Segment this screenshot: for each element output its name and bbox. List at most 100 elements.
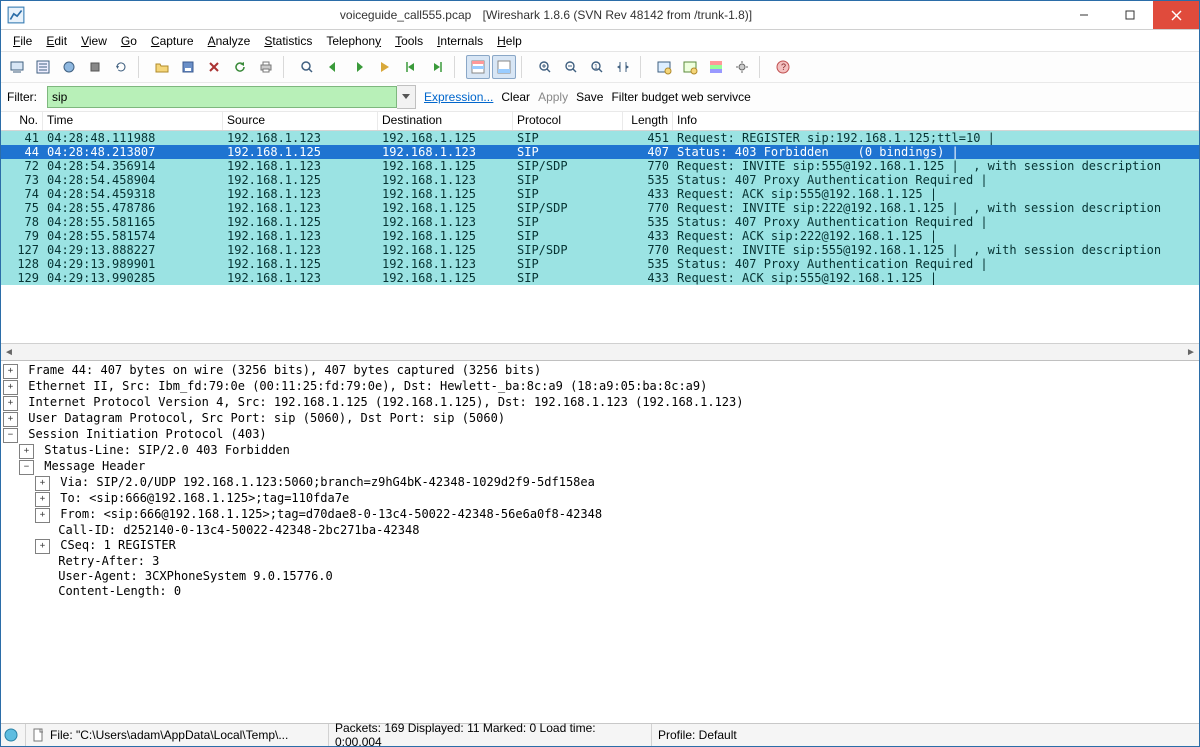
column-header-destination[interactable]: Destination xyxy=(378,112,513,130)
packet-list-rows[interactable]: 4104:28:48.111988192.168.1.123192.168.1.… xyxy=(1,131,1199,343)
menu-capture[interactable]: Capture xyxy=(145,32,200,50)
expand-icon[interactable]: + xyxy=(35,539,50,554)
goto-icon[interactable] xyxy=(373,55,397,79)
collapse-icon[interactable]: − xyxy=(19,460,34,475)
find-icon[interactable] xyxy=(295,55,319,79)
menu-file[interactable]: File xyxy=(7,32,38,50)
scroll-right-icon[interactable]: ► xyxy=(1183,344,1199,360)
filter-dropdown-button[interactable] xyxy=(397,85,416,109)
tree-node[interactable]: + Internet Protocol Version 4, Src: 192.… xyxy=(3,395,1199,411)
clear-button[interactable]: Clear xyxy=(501,90,530,104)
expand-icon[interactable]: + xyxy=(19,444,34,459)
expand-icon[interactable]: + xyxy=(35,492,50,507)
column-header-time[interactable]: Time xyxy=(43,112,223,130)
filter-extra-label[interactable]: Filter budget web servivce xyxy=(611,90,750,104)
menu-telephony[interactable]: Telephony xyxy=(320,32,387,50)
packet-row[interactable]: 12904:29:13.990285192.168.1.123192.168.1… xyxy=(1,271,1199,285)
menu-go[interactable]: Go xyxy=(115,32,143,50)
maximize-button[interactable] xyxy=(1107,1,1153,29)
packet-row[interactable]: 7904:28:55.581574192.168.1.123192.168.1.… xyxy=(1,229,1199,243)
tree-node[interactable]: − Session Initiation Protocol (403) xyxy=(3,427,1199,443)
expand-icon[interactable]: + xyxy=(3,364,18,379)
coloring-rules-icon[interactable] xyxy=(704,55,728,79)
reload-icon[interactable] xyxy=(228,55,252,79)
column-header-protocol[interactable]: Protocol xyxy=(513,112,623,130)
restart-capture-icon[interactable] xyxy=(109,55,133,79)
packet-row[interactable]: 12804:29:13.989901192.168.1.125192.168.1… xyxy=(1,257,1199,271)
zoom-out-icon[interactable] xyxy=(559,55,583,79)
column-header-info[interactable]: Info xyxy=(673,112,1199,130)
menu-tools[interactable]: Tools xyxy=(389,32,429,50)
packet-row[interactable]: 12704:29:13.888227192.168.1.123192.168.1… xyxy=(1,243,1199,257)
colorize-icon[interactable] xyxy=(466,55,490,79)
menu-edit[interactable]: Edit xyxy=(40,32,73,50)
print-icon[interactable] xyxy=(254,55,278,79)
zoom-reset-icon[interactable]: 1 xyxy=(585,55,609,79)
stop-capture-icon[interactable] xyxy=(83,55,107,79)
zoom-in-icon[interactable] xyxy=(533,55,557,79)
prefs-icon[interactable] xyxy=(730,55,754,79)
display-filters-icon[interactable] xyxy=(678,55,702,79)
scroll-track[interactable] xyxy=(17,344,1183,360)
collapse-icon[interactable]: − xyxy=(3,428,18,443)
expression-button[interactable]: Expression... xyxy=(424,90,493,104)
go-last-icon[interactable] xyxy=(425,55,449,79)
column-header-length[interactable]: Length xyxy=(623,112,673,130)
packet-row[interactable]: 4404:28:48.213807192.168.1.125192.168.1.… xyxy=(1,145,1199,159)
column-header-no[interactable]: No. xyxy=(1,112,43,130)
tree-node[interactable]: + From: <sip:666@192.168.1.125>;tag=d70d… xyxy=(3,507,1199,523)
tree-node[interactable]: + Frame 44: 407 bytes on wire (3256 bits… xyxy=(3,363,1199,379)
tree-node[interactable]: + Status-Line: SIP/2.0 403 Forbidden xyxy=(3,443,1199,459)
forward-icon[interactable] xyxy=(347,55,371,79)
tree-node[interactable]: + Ethernet II, Src: Ibm_fd:79:0e (00:11:… xyxy=(3,379,1199,395)
menu-statistics[interactable]: Statistics xyxy=(258,32,318,50)
tree-node[interactable]: − Message Header xyxy=(3,459,1199,475)
tree-node[interactable]: Content-Length: 0 xyxy=(3,584,1199,599)
open-icon[interactable] xyxy=(150,55,174,79)
interfaces-icon[interactable] xyxy=(5,55,29,79)
menu-internals[interactable]: Internals xyxy=(431,32,489,50)
horizontal-scrollbar[interactable]: ◄ ► xyxy=(1,343,1199,360)
expand-icon[interactable]: + xyxy=(35,508,50,523)
column-header-source[interactable]: Source xyxy=(223,112,378,130)
packet-details-pane[interactable]: + Frame 44: 407 bytes on wire (3256 bits… xyxy=(1,361,1199,723)
packet-row[interactable]: 7404:28:54.459318192.168.1.123192.168.1.… xyxy=(1,187,1199,201)
status-profile[interactable]: Profile: Default xyxy=(652,724,1199,746)
tree-node[interactable]: + CSeq: 1 REGISTER xyxy=(3,538,1199,554)
tree-node[interactable]: Retry-After: 3 xyxy=(3,554,1199,569)
save-filter-button[interactable]: Save xyxy=(576,90,603,104)
packet-row[interactable]: 7804:28:55.581165192.168.1.125192.168.1.… xyxy=(1,215,1199,229)
save-icon[interactable] xyxy=(176,55,200,79)
menu-help[interactable]: Help xyxy=(491,32,528,50)
tree-node[interactable]: User-Agent: 3CXPhoneSystem 9.0.15776.0 xyxy=(3,569,1199,584)
expand-icon[interactable]: + xyxy=(3,412,18,427)
minimize-button[interactable] xyxy=(1061,1,1107,29)
menu-analyze[interactable]: Analyze xyxy=(202,32,257,50)
scroll-left-icon[interactable]: ◄ xyxy=(1,344,17,360)
help-icon[interactable]: ? xyxy=(771,55,795,79)
expand-icon[interactable]: + xyxy=(3,380,18,395)
menu-view[interactable]: View xyxy=(75,32,113,50)
packet-row[interactable]: 4104:28:48.111988192.168.1.123192.168.1.… xyxy=(1,131,1199,145)
back-icon[interactable] xyxy=(321,55,345,79)
filter-input[interactable] xyxy=(47,86,397,108)
close-icon[interactable] xyxy=(202,55,226,79)
tree-node[interactable]: + User Datagram Protocol, Src Port: sip … xyxy=(3,411,1199,427)
tree-node[interactable]: Call-ID: d252140-0-13c4-50022-42348-2bc2… xyxy=(3,523,1199,538)
expand-icon[interactable]: + xyxy=(35,476,50,491)
expert-info-button[interactable] xyxy=(1,724,26,746)
tree-node[interactable]: + Via: SIP/2.0/UDP 192.168.1.123:5060;br… xyxy=(3,475,1199,491)
go-first-icon[interactable] xyxy=(399,55,423,79)
resize-cols-icon[interactable] xyxy=(611,55,635,79)
expand-icon[interactable]: + xyxy=(3,396,18,411)
start-capture-icon[interactable] xyxy=(57,55,81,79)
apply-button[interactable]: Apply xyxy=(538,90,568,104)
close-window-button[interactable] xyxy=(1153,1,1199,29)
packet-row[interactable]: 7304:28:54.458904192.168.1.125192.168.1.… xyxy=(1,173,1199,187)
packet-row[interactable]: 7204:28:54.356914192.168.1.123192.168.1.… xyxy=(1,159,1199,173)
packet-list-header[interactable]: No.TimeSourceDestinationProtocolLengthIn… xyxy=(1,112,1199,131)
options-icon[interactable] xyxy=(31,55,55,79)
tree-node[interactable]: + To: <sip:666@192.168.1.125>;tag=110fda… xyxy=(3,491,1199,507)
packet-row[interactable]: 7504:28:55.478786192.168.1.123192.168.1.… xyxy=(1,201,1199,215)
auto-scroll-icon[interactable] xyxy=(492,55,516,79)
